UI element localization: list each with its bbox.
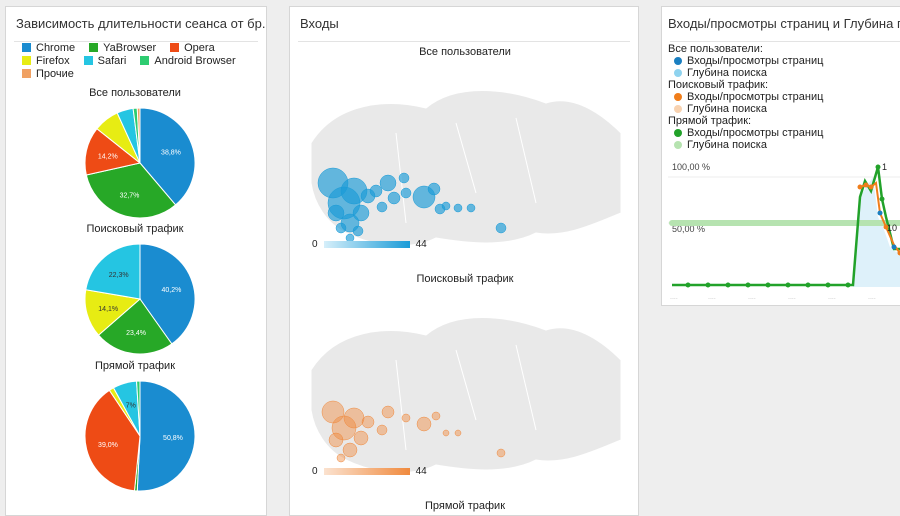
pie-slice-label: 32,7% bbox=[120, 192, 140, 199]
legend-item-chrome[interactable]: Chrome bbox=[22, 42, 75, 54]
legend-item-yabrowser[interactable]: YaBrowser bbox=[89, 42, 156, 54]
edge-value-label: 10 bbox=[887, 223, 897, 233]
map-scale-search: 0 44 bbox=[312, 466, 427, 477]
map-title-direct: Прямой трафик bbox=[375, 500, 555, 512]
pie-title-search: Поисковый трафик bbox=[45, 223, 225, 235]
browser-card: Зависимость длительности сеанса от бр...… bbox=[5, 6, 267, 516]
map-title-all: Все пользователи bbox=[375, 46, 555, 58]
legend-group-title: Все пользователи: bbox=[668, 43, 823, 55]
svg-text:....: .... bbox=[828, 294, 836, 301]
svg-text:....: .... bbox=[868, 294, 876, 301]
map-all-users bbox=[306, 63, 626, 259]
depth-line-chart: 100,00 % 50,00 % 1 10 ..................… bbox=[668, 157, 900, 302]
y-axis-label-100: 100,00 % bbox=[672, 162, 710, 172]
map-search-traffic bbox=[306, 290, 626, 486]
pie-slice-label: 40,2% bbox=[162, 287, 182, 294]
svg-text:....: .... bbox=[670, 294, 678, 301]
depth-legend: Все пользователи: Входы/просмотры страни… bbox=[668, 43, 823, 151]
legend-item-direct-depth[interactable]: Глубина поиска bbox=[668, 139, 823, 151]
depth-card-title: Входы/просмотры страниц и Глубина поиска bbox=[668, 16, 900, 31]
legend-group-title: Поисковый трафик: bbox=[668, 79, 823, 91]
pie-slice-label: 14,2% bbox=[98, 154, 118, 161]
pie-slice-label: 22,3% bbox=[109, 272, 129, 279]
legend-group-title: Прямой трафик: bbox=[668, 115, 823, 127]
pie-slice-label: 14,1% bbox=[98, 306, 118, 313]
legend-item-safari[interactable]: Safari bbox=[84, 55, 127, 67]
legend-item-direct-entries[interactable]: Входы/просмотры страниц bbox=[668, 127, 823, 139]
legend-item-search-depth[interactable]: Глубина поиска bbox=[668, 103, 823, 115]
legend-item-all-entries[interactable]: Входы/просмотры страниц bbox=[668, 55, 823, 67]
svg-text:....: .... bbox=[788, 294, 796, 301]
svg-text:....: .... bbox=[708, 294, 716, 301]
pie-slice-label: 50,8% bbox=[163, 435, 183, 442]
depth-card: Входы/просмотры страниц и Глубина поиска… bbox=[661, 6, 900, 306]
map-scale-all: 0 44 bbox=[312, 239, 427, 250]
visits-card-title: Входы bbox=[300, 16, 339, 31]
legend-item-firefox[interactable]: Firefox bbox=[22, 55, 70, 67]
pie-chart-all-users: 38,8% 32,7% 14,2% bbox=[80, 103, 200, 223]
pie-chart-search-traffic: 40,2% 23,4% 14,1% 22,3% bbox=[80, 239, 200, 359]
visits-card: Входы Все пользователи 0 44 Поисковый тр… bbox=[289, 6, 639, 516]
pie-slice-label: 23,4% bbox=[126, 330, 146, 337]
pie-title-direct: Прямой трафик bbox=[45, 360, 225, 372]
legend-item-search-entries[interactable]: Входы/просмотры страниц bbox=[668, 91, 823, 103]
divider bbox=[670, 41, 900, 42]
svg-text:....: .... bbox=[748, 294, 756, 301]
pie-chart-direct-traffic: 50,8% 39,0% 7% bbox=[80, 376, 200, 496]
divider bbox=[298, 41, 630, 42]
pie-slice-label: 7% bbox=[126, 402, 136, 409]
pie-slice-label: 38,8% bbox=[161, 150, 181, 157]
pie-slice-label: 39,0% bbox=[98, 442, 118, 449]
browser-card-title: Зависимость длительности сеанса от бр... bbox=[16, 16, 266, 31]
legend-item-android-browser[interactable]: Android Browser bbox=[140, 55, 235, 67]
legend-item-opera[interactable]: Opera bbox=[170, 42, 215, 54]
legend-item-other[interactable]: Прочие bbox=[22, 68, 74, 80]
browser-legend: Chrome YaBrowser Opera Firefox Safari An… bbox=[22, 42, 262, 80]
pie-title-all: Все пользователи bbox=[45, 87, 225, 99]
peak-value-label: 1 bbox=[882, 162, 887, 172]
legend-item-all-depth[interactable]: Глубина поиска bbox=[668, 67, 823, 79]
map-title-search: Поисковый трафик bbox=[375, 273, 555, 285]
